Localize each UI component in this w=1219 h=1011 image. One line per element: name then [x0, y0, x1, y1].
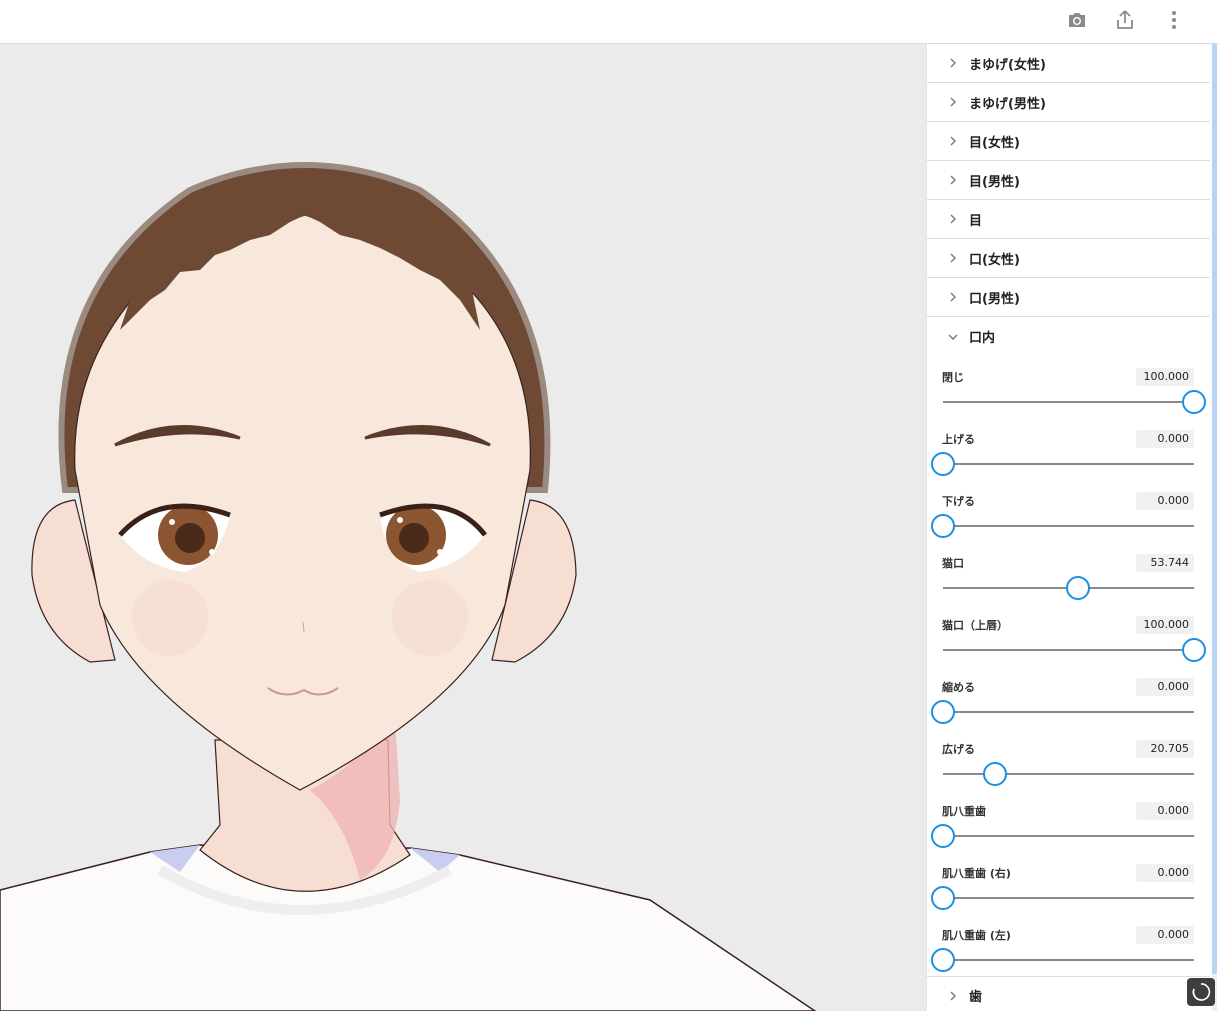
scrollbar-thumb[interactable]	[1212, 44, 1217, 974]
slider-label: 肌八重歯 (左)	[942, 929, 1011, 942]
slider-row: 猫口 53.744	[927, 542, 1210, 604]
slider-label: 上げる	[942, 433, 975, 446]
reset-view-button[interactable]	[1187, 978, 1215, 1006]
avatar-render	[0, 162, 817, 1011]
slider-value-field[interactable]: 0.000	[1136, 678, 1194, 696]
chevron-right-icon	[927, 200, 969, 239]
slider-thumb[interactable]	[931, 514, 955, 538]
chevron-right-icon	[927, 44, 969, 83]
slider-track[interactable]	[943, 649, 1194, 651]
slider-track[interactable]	[943, 773, 1194, 775]
slider-label: 猫口（上唇）	[942, 619, 1008, 632]
section-row[interactable]: 目	[927, 200, 1210, 239]
slider-track[interactable]	[943, 711, 1194, 713]
section-row[interactable]: まゆげ(男性)	[927, 83, 1210, 122]
slider-thumb[interactable]	[1182, 638, 1206, 662]
slider-label: 下げる	[942, 495, 975, 508]
slider-track[interactable]	[943, 897, 1194, 899]
section-label: 目(女性)	[969, 135, 1020, 151]
slider-thumb[interactable]	[1182, 390, 1206, 414]
slider-list: 閉じ 100.000 上げる 0.000 下げる 0.000 猫口 53.744 猫口（上唇） 1…	[927, 356, 1219, 976]
slider-value-field[interactable]: 0.000	[1136, 802, 1194, 820]
slider-thumb[interactable]	[931, 700, 955, 724]
slider-label: 肌八重歯	[942, 805, 986, 818]
chevron-right-icon	[927, 83, 969, 122]
chevron-right-icon	[927, 122, 969, 161]
chevron-right-icon	[927, 976, 969, 1011]
section-label: まゆげ(男性)	[969, 96, 1046, 112]
slider-label: 猫口	[942, 557, 964, 570]
slider-row: 肌八重歯 (左) 0.000	[927, 914, 1210, 976]
chevron-right-icon	[927, 161, 969, 200]
slider-row: 閉じ 100.000	[927, 356, 1210, 418]
slider-track[interactable]	[943, 525, 1194, 527]
chevron-down-icon	[927, 317, 969, 356]
slider-row: 広げる 20.705	[927, 728, 1210, 790]
slider-thumb[interactable]	[931, 948, 955, 972]
slider-value-field[interactable]: 0.000	[1136, 492, 1194, 510]
slider-value-field[interactable]: 0.000	[1136, 430, 1194, 448]
slider-label: 肌八重歯 (右)	[942, 867, 1011, 880]
section-row[interactable]: 目(女性)	[927, 122, 1210, 161]
avatar-viewport[interactable]	[0, 44, 926, 1011]
slider-thumb[interactable]	[931, 452, 955, 476]
refresh-icon	[1192, 983, 1211, 1001]
slider-value-field[interactable]: 20.705	[1136, 740, 1194, 758]
collapsed-section-list: まゆげ(女性) まゆげ(男性) 目(女性) 目(男性) 目口(女性) 口(男性)	[927, 44, 1219, 317]
slider-row: 下げる 0.000	[927, 480, 1210, 542]
slider-row: 猫口（上唇） 100.000	[927, 604, 1210, 666]
blendshape-panel: まゆげ(女性) まゆげ(男性) 目(女性) 目(男性) 目口(女性) 口(男性) 口内 閉…	[926, 44, 1219, 1011]
slider-value-field[interactable]: 100.000	[1136, 616, 1194, 634]
slider-value-field[interactable]: 53.744	[1136, 554, 1194, 572]
slider-row: 肌八重歯 (右) 0.000	[927, 852, 1210, 914]
slider-row: 縮める 0.000	[927, 666, 1210, 728]
slider-row: 上げる 0.000	[927, 418, 1210, 480]
section-label: 歯	[969, 990, 983, 1005]
share-icon[interactable]	[1109, 6, 1141, 34]
chevron-right-icon	[927, 239, 969, 278]
slider-value-field[interactable]: 0.000	[1136, 864, 1194, 882]
slider-thumb[interactable]	[931, 886, 955, 910]
section-mouth-inner[interactable]: 口内	[927, 317, 1210, 356]
slider-label: 広げる	[942, 743, 975, 756]
slider-label: 縮める	[942, 681, 975, 694]
section-label: まゆげ(女性)	[969, 57, 1046, 73]
camera-icon[interactable]	[1061, 6, 1093, 34]
slider-value-field[interactable]: 100.000	[1136, 368, 1194, 386]
section-row[interactable]: 口(男性)	[927, 278, 1210, 317]
slider-label: 閉じ	[942, 371, 964, 384]
slider-value-field[interactable]: 0.000	[1136, 926, 1194, 944]
slider-row: 肌八重歯 0.000	[927, 790, 1210, 852]
section-label: 目(男性)	[969, 174, 1020, 190]
slider-track[interactable]	[943, 835, 1194, 837]
top-toolbar	[0, 0, 1219, 44]
chevron-right-icon	[927, 278, 969, 317]
slider-track[interactable]	[943, 959, 1194, 961]
slider-thumb[interactable]	[982, 762, 1007, 786]
section-teeth[interactable]: 歯	[927, 976, 1210, 1011]
slider-thumb[interactable]	[1065, 576, 1090, 600]
section-row[interactable]: まゆげ(女性)	[927, 44, 1210, 83]
section-label: 口内	[969, 331, 996, 346]
slider-track[interactable]	[943, 401, 1194, 403]
section-label: 口(男性)	[969, 291, 1020, 307]
section-label: 口(女性)	[969, 252, 1020, 268]
slider-thumb[interactable]	[931, 824, 955, 848]
slider-track[interactable]	[943, 463, 1194, 465]
section-row[interactable]: 目(男性)	[927, 161, 1210, 200]
section-row[interactable]: 口(女性)	[927, 239, 1210, 278]
more-vert-icon[interactable]	[1158, 6, 1190, 34]
section-label: 目	[969, 213, 983, 229]
